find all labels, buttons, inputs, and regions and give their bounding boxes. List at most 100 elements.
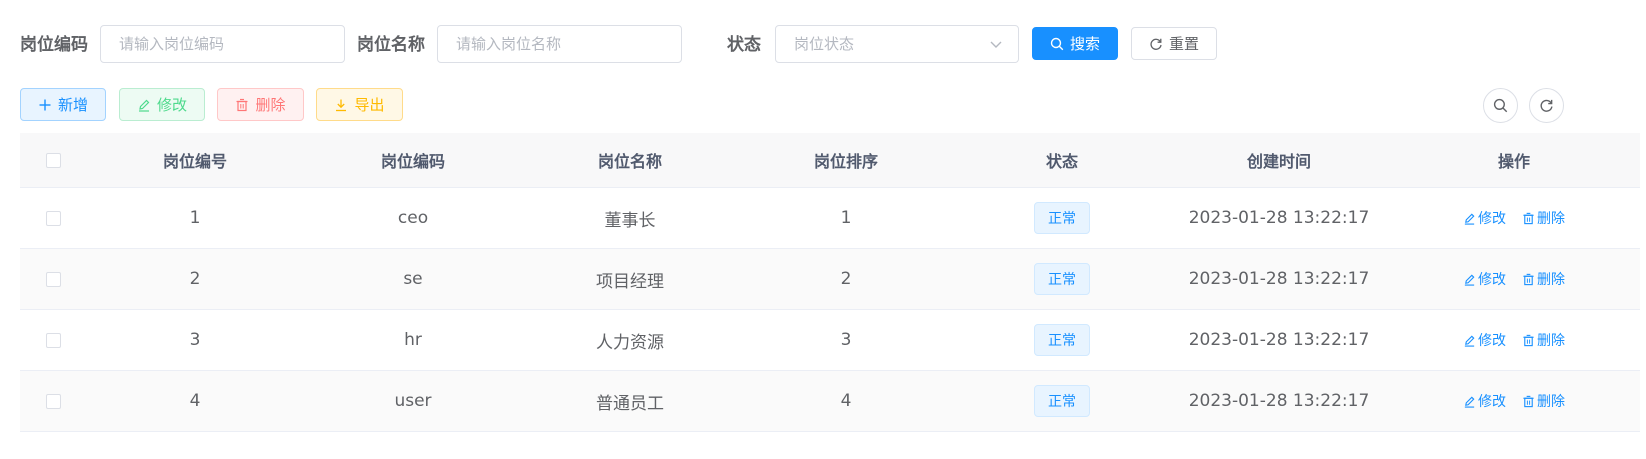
status-cell: 正常	[954, 188, 1170, 248]
actions-cell: 修改 删除	[1388, 371, 1640, 431]
status-select[interactable]	[775, 25, 1019, 63]
row-checkbox[interactable]	[45, 393, 61, 409]
delete-button[interactable]: 删除	[217, 88, 304, 121]
edit-icon	[1464, 274, 1475, 286]
row-delete-link[interactable]: 删除	[1522, 391, 1565, 411]
search-icon	[1050, 37, 1064, 50]
post-name: 普通员工	[596, 393, 664, 414]
header-post-name: 岗位名称	[597, 152, 662, 171]
trash-icon	[1523, 334, 1534, 346]
row-edit-label: 修改	[1478, 211, 1506, 227]
search-button-label: 搜索	[1069, 35, 1100, 53]
post-id: 4	[189, 391, 201, 411]
reset-button[interactable]: 重置	[1131, 27, 1217, 60]
select-all-checkbox[interactable]	[45, 152, 61, 168]
export-button[interactable]: 导出	[316, 88, 403, 121]
post-name-label: 岗位名称	[357, 35, 425, 55]
header-post-code: 岗位编码	[380, 152, 445, 171]
post-id: 2	[189, 269, 201, 289]
row-delete-link[interactable]: 删除	[1522, 208, 1565, 228]
download-icon	[336, 99, 347, 111]
row-delete-link[interactable]: 删除	[1522, 269, 1565, 289]
search-form: 岗位编码 岗位名称 状态 搜索 重置	[20, 25, 1640, 65]
row-edit-link[interactable]: 修改	[1463, 269, 1506, 289]
post-name-input[interactable]	[438, 26, 681, 62]
post-name: 人力资源	[596, 332, 664, 353]
post-table: 岗位编号 岗位编码 岗位名称 岗位排序 状态 创建时间 操作 1 ceo 董事长…	[20, 133, 1640, 432]
chevron-down-icon	[990, 41, 1002, 48]
post-id: 3	[189, 330, 201, 350]
export-button-label: 导出	[354, 96, 385, 114]
status-label: 状态	[727, 35, 761, 55]
created-time: 2023-01-28 13:22:17	[1188, 208, 1370, 228]
row-delete-label: 删除	[1537, 394, 1565, 410]
actions-cell: 修改 删除	[1388, 249, 1640, 309]
status-cell: 正常	[954, 310, 1170, 370]
search-button[interactable]: 搜索	[1032, 27, 1118, 60]
post-name-input-wrapper	[437, 25, 682, 63]
row-checkbox[interactable]	[45, 332, 61, 348]
header-post-id: 岗位编号	[162, 152, 227, 171]
toggle-search-button[interactable]	[1483, 88, 1518, 123]
header-status: 状态	[1045, 152, 1078, 171]
reset-button-label: 重置	[1168, 35, 1199, 53]
row-edit-link[interactable]: 修改	[1463, 391, 1506, 411]
post-name: 项目经理	[596, 271, 664, 292]
post-code: ceo	[397, 208, 429, 228]
row-checkbox[interactable]	[45, 210, 61, 226]
post-code: user	[394, 391, 432, 411]
row-select-cell	[20, 249, 86, 309]
post-sort: 1	[840, 208, 852, 228]
post-code-input[interactable]	[101, 26, 344, 62]
row-delete-label: 删除	[1537, 211, 1565, 227]
post-code: hr	[404, 330, 422, 350]
edit-icon	[1464, 335, 1475, 347]
row-edit-label: 修改	[1478, 394, 1506, 410]
row-delete-label: 删除	[1537, 272, 1565, 288]
refresh-table-button[interactable]	[1529, 88, 1564, 123]
status-badge: 正常	[1034, 324, 1090, 356]
row-select-cell	[20, 310, 86, 370]
header-select-cell	[20, 133, 86, 187]
status-select-input[interactable]	[776, 26, 1018, 62]
search-icon	[1493, 98, 1508, 113]
row-edit-label: 修改	[1478, 272, 1506, 288]
post-sort: 4	[840, 391, 852, 411]
row-select-cell	[20, 188, 86, 248]
post-sort: 3	[840, 330, 852, 350]
edit-icon	[1464, 213, 1475, 225]
row-edit-link[interactable]: 修改	[1463, 330, 1506, 350]
created-time: 2023-01-28 13:22:17	[1188, 269, 1370, 289]
table-row: 1 ceo 董事长 1 正常 2023-01-28 13:22:17 修改 删除	[20, 188, 1640, 249]
status-badge: 正常	[1034, 202, 1090, 234]
row-delete-link[interactable]: 删除	[1522, 330, 1565, 350]
table-row: 4 user 普通员工 4 正常 2023-01-28 13:22:17 修改 …	[20, 371, 1640, 432]
created-time: 2023-01-28 13:22:17	[1188, 330, 1370, 350]
header-created-time: 创建时间	[1246, 152, 1311, 171]
table-row: 3 hr 人力资源 3 正常 2023-01-28 13:22:17 修改 删除	[20, 310, 1640, 371]
status-badge: 正常	[1034, 385, 1090, 417]
row-select-cell	[20, 371, 86, 431]
status-cell: 正常	[954, 371, 1170, 431]
refresh-icon	[1540, 99, 1553, 112]
add-button-label: 新增	[57, 96, 88, 114]
edit-button[interactable]: 修改	[119, 88, 205, 121]
post-sort: 2	[840, 269, 852, 289]
trash-icon	[236, 98, 248, 111]
row-edit-link[interactable]: 修改	[1463, 208, 1506, 228]
status-badge: 正常	[1034, 263, 1090, 295]
table-row: 2 se 项目经理 2 正常 2023-01-28 13:22:17 修改 删除	[20, 249, 1640, 310]
post-code: se	[403, 269, 423, 289]
trash-icon	[1523, 212, 1534, 224]
toolbar: 新增 修改 删除 导出	[20, 88, 1640, 124]
status-cell: 正常	[954, 249, 1170, 309]
edit-button-label: 修改	[156, 96, 187, 114]
trash-icon	[1523, 395, 1534, 407]
created-time: 2023-01-28 13:22:17	[1188, 391, 1370, 411]
add-button[interactable]: 新增	[20, 88, 106, 121]
row-checkbox[interactable]	[45, 271, 61, 287]
actions-cell: 修改 删除	[1388, 188, 1640, 248]
table-header: 岗位编号 岗位编码 岗位名称 岗位排序 状态 创建时间 操作	[20, 133, 1640, 188]
edit-icon	[1464, 396, 1475, 408]
post-code-input-wrapper	[100, 25, 345, 63]
